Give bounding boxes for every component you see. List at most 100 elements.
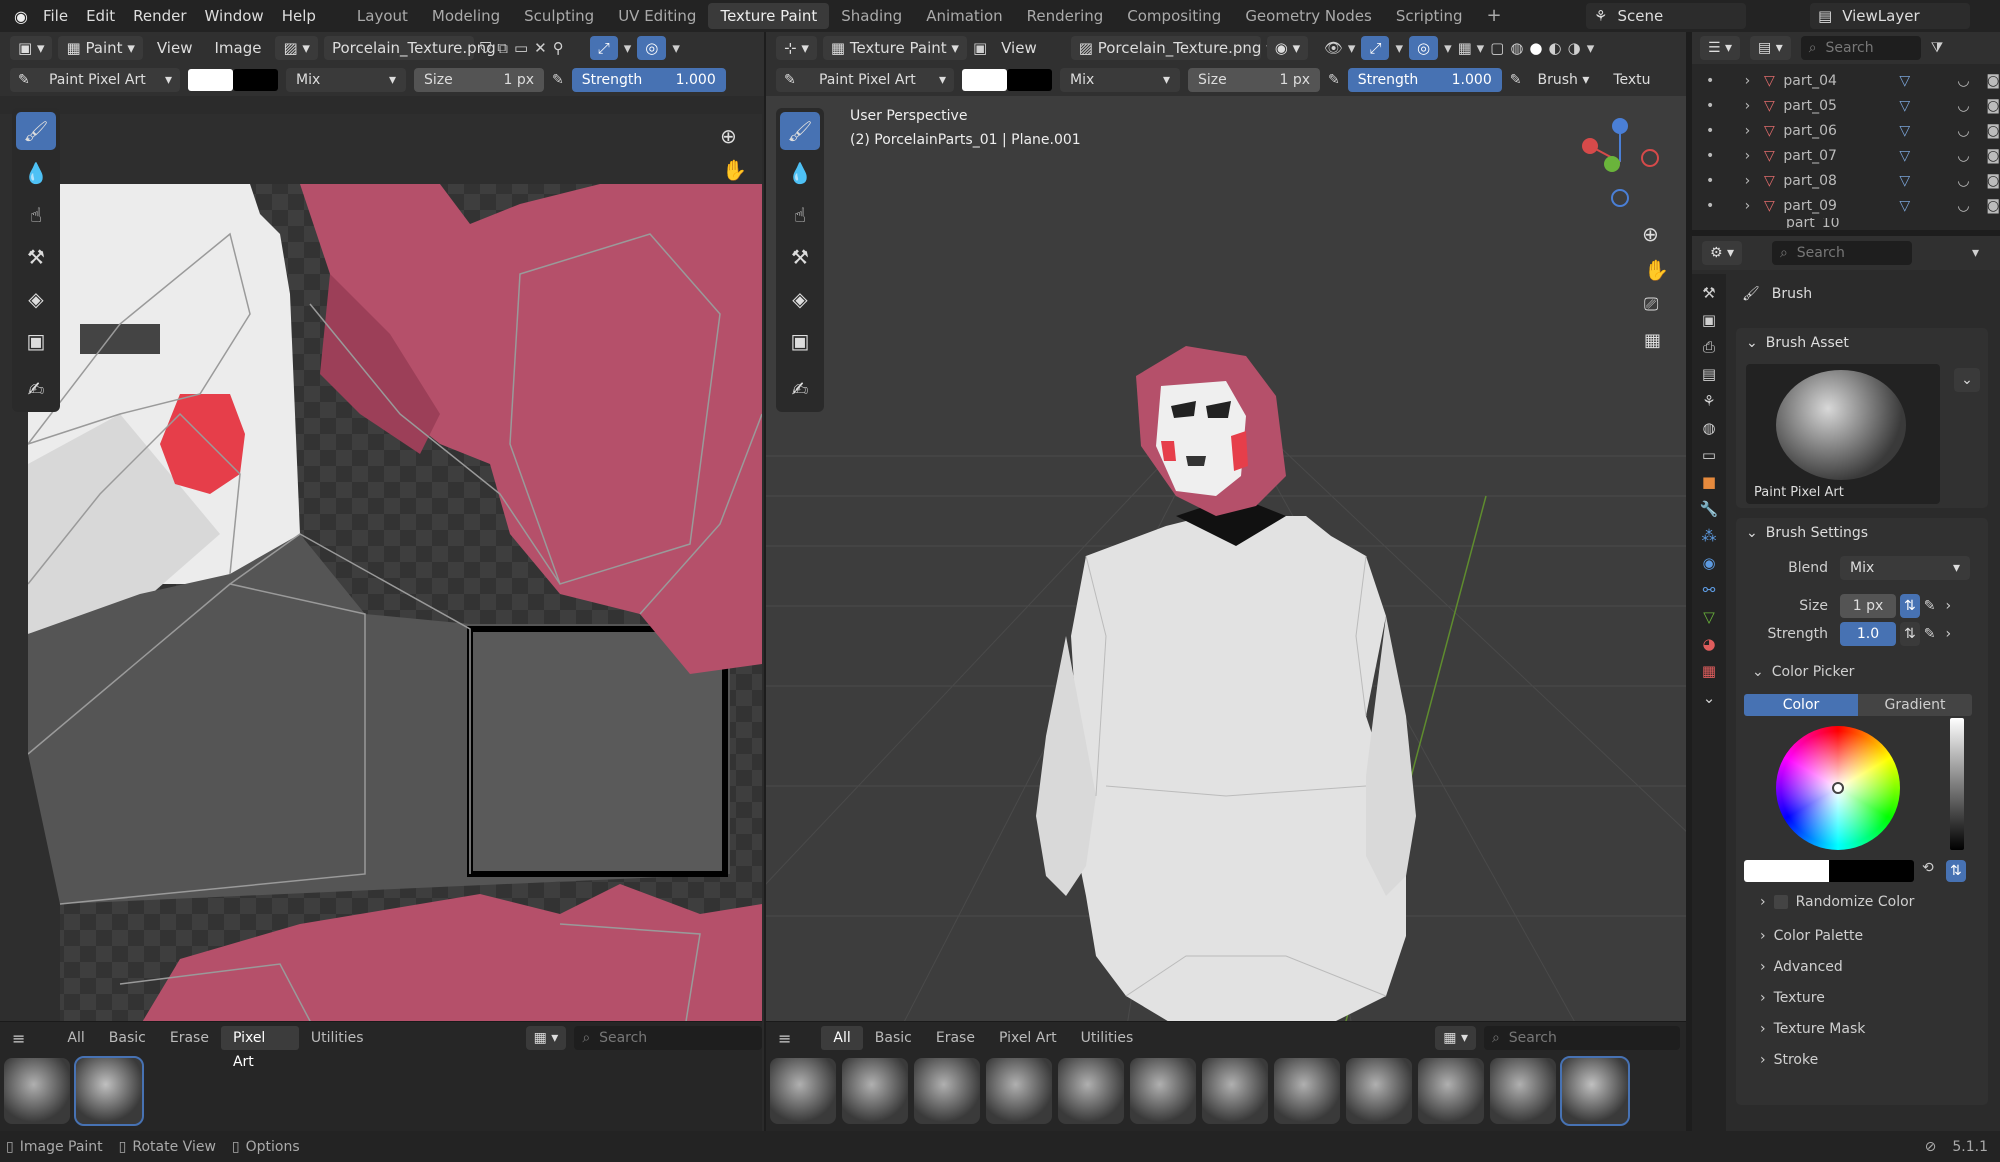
visibility-icon[interactable]: ◡ (1957, 198, 1986, 214)
camera-icon[interactable]: ◙ (1986, 73, 2000, 89)
zoom-in-icon[interactable]: ⊕ (720, 124, 737, 148)
visibility-icon[interactable]: ◡ (1957, 123, 1986, 139)
color-picker-header[interactable]: ⌄ Color Picker (1752, 664, 1854, 680)
tab-layout[interactable]: Layout (345, 3, 420, 29)
add-workspace-icon[interactable]: + (1475, 3, 1514, 29)
display-mode-icon[interactable]: ▤ ▾ (1750, 36, 1791, 60)
solid-shading-icon[interactable]: ● (1529, 39, 1542, 57)
render-tab-icon[interactable]: ▣ (1702, 311, 1716, 329)
pressure-icon[interactable]: ✎ (1924, 626, 1936, 642)
physics-tab-icon[interactable]: ◉ (1702, 554, 1715, 572)
color-swatches[interactable] (188, 69, 278, 91)
menu-image[interactable]: Image (206, 36, 269, 60)
menu-edit[interactable]: Edit (77, 0, 124, 32)
collection-tab-icon[interactable]: ▭ (1702, 446, 1716, 464)
outliner-row[interactable]: • › ▽ part_05 ▽ ◡ ◙ (1706, 93, 2000, 118)
secondary-color-swatch[interactable] (1007, 69, 1052, 91)
tool-tab-icon[interactable]: ⚒ (1702, 284, 1715, 302)
shelf-tab-all[interactable]: All (55, 1026, 96, 1050)
view-grid-icon[interactable]: ▦ ▾ (1435, 1026, 1477, 1050)
ortho-grid-icon[interactable]: ▦ (1644, 330, 1661, 351)
visibility-icon[interactable]: ◡ (1957, 173, 1986, 189)
size-field[interactable]: Size 1 px (414, 68, 544, 92)
brush-selector[interactable]: ✎ Paint Pixel Art ▾ (10, 68, 180, 92)
brush-thumbnail[interactable] (1490, 1058, 1556, 1124)
object-tab-icon[interactable]: ■ (1702, 473, 1716, 491)
size-field[interactable]: 1 px (1840, 594, 1896, 618)
tab-geometry-nodes[interactable]: Geometry Nodes (1233, 3, 1384, 29)
mask-tool-icon[interactable]: ▣ (780, 322, 820, 360)
visibility-icon[interactable]: ◡ (1957, 98, 1986, 114)
pressure-icon[interactable]: ✎ (552, 72, 564, 88)
tab-sculpting[interactable]: Sculpting (512, 3, 606, 29)
camera-icon[interactable]: ◙ (1986, 173, 2000, 189)
color-swatches[interactable] (962, 69, 1052, 91)
shelf-tab-all[interactable]: All (821, 1026, 863, 1050)
randomize-color-row[interactable]: › Randomize Color (1760, 894, 1914, 910)
section-advanced[interactable]: › Advanced (1760, 959, 1843, 975)
outliner-row[interactable]: • › ▽ part_08 ▽ ◡ ◙ (1706, 168, 2000, 193)
strength-field[interactable]: Strength 1.000 (571, 68, 726, 92)
strength-field[interactable]: Strength 1.000 (1347, 68, 1502, 92)
chevron-down-icon[interactable]: ▾ (624, 39, 632, 57)
brush-asset-header[interactable]: ⌄ Brush Asset (1736, 328, 1988, 358)
view-layer-selector[interactable]: ▤ ViewLayer (1810, 3, 1970, 29)
brush-thumbnail[interactable] (1130, 1058, 1196, 1124)
soften-tool-icon[interactable]: 💧 (780, 154, 820, 192)
section-stroke[interactable]: › Stroke (1760, 1052, 1818, 1068)
secondary-color-swatch[interactable] (1829, 860, 1914, 882)
camera-icon[interactable]: ◙ (1986, 198, 2000, 214)
constraints-tab-icon[interactable]: ⚯ (1703, 581, 1716, 599)
chevron-right-icon[interactable]: › (1945, 626, 1951, 642)
rendered-shading-icon[interactable]: ◑ (1568, 39, 1581, 57)
draw-tool-icon[interactable]: 🖌 (780, 112, 820, 150)
mode-selector[interactable]: ▦ Paint ▾ (58, 36, 143, 60)
section-color-palette[interactable]: › Color Palette (1760, 928, 1863, 944)
pressure-icon[interactable]: ✎ (1924, 598, 1936, 614)
slot-icon[interactable]: ◉ ▾ (1266, 36, 1309, 60)
image-browse-icon[interactable]: ▨ ▾ (275, 36, 318, 60)
uv-sync-icon[interactable]: ⤢ (589, 36, 618, 60)
brush-thumbnail[interactable] (842, 1058, 908, 1124)
material-tab-icon[interactable]: ◕ (1702, 635, 1715, 653)
brush-thumbnail[interactable] (1418, 1058, 1484, 1124)
brush-thumbnail-selected[interactable] (74, 1056, 144, 1126)
menu-view[interactable]: View (993, 36, 1045, 60)
outliner-row[interactable]: • › ▽ part_09 ▽ ◡ ◙ (1706, 193, 2000, 218)
draw-tool-icon[interactable]: 🖌 (16, 112, 56, 150)
shelf-tab-basic[interactable]: Basic (863, 1026, 924, 1050)
pan-hand-icon[interactable]: ✋ (1644, 258, 1669, 282)
visibility-icon[interactable]: 👁 ▾ (1324, 39, 1355, 57)
primary-color-swatch[interactable] (188, 69, 233, 91)
editor-type-icon[interactable]: ☰ ▾ (1700, 36, 1741, 60)
tab-modeling[interactable]: Modeling (420, 3, 512, 29)
editor-type-icon[interactable]: ⊹ ▾ (776, 36, 817, 60)
chevron-down-icon[interactable]: ⌄ (1703, 689, 1716, 707)
brush-thumbnail[interactable] (1202, 1058, 1268, 1124)
gizmo-icon[interactable]: ⤢ (1361, 36, 1390, 60)
unified-color-icon[interactable]: ⇅ (1946, 860, 1966, 882)
scene-selector[interactable]: ⚘ Scene (1586, 3, 1746, 29)
tab-texture-paint[interactable]: Texture Paint (708, 3, 830, 29)
brush-thumbnail[interactable] (1058, 1058, 1124, 1124)
pressure-icon[interactable]: ✎ (1510, 72, 1522, 88)
shelf-tab-basic[interactable]: Basic (97, 1026, 158, 1050)
fill-tool-icon[interactable]: ◈ (780, 280, 820, 318)
menu-window[interactable]: Window (196, 0, 273, 32)
hamburger-icon[interactable]: ≡ (778, 1029, 791, 1048)
menu-view[interactable]: View (149, 36, 201, 60)
zoom-in-icon[interactable]: ⊕ (1642, 222, 1659, 246)
brush-thumbnail[interactable] (4, 1058, 70, 1124)
section-texture[interactable]: › Texture (1760, 990, 1825, 1006)
material-shading-icon[interactable]: ◐ (1549, 39, 1562, 57)
strength-field[interactable]: 1.0 (1840, 622, 1896, 646)
tab-shading[interactable]: Shading (829, 3, 914, 29)
outliner-search[interactable]: ⌕ Search (1800, 36, 1921, 60)
annotate-tool-icon[interactable]: ✍ (780, 370, 820, 408)
navigation-gizmo[interactable] (1570, 112, 1670, 212)
image-name-field[interactable]: Porcelain_Texture.png (323, 36, 496, 60)
chevron-down-icon[interactable]: ⌄ (1954, 368, 1980, 392)
output-tab-icon[interactable]: ⎙ (1703, 338, 1715, 356)
smear-tool-icon[interactable]: ☝ (780, 196, 820, 234)
tab-uv-editing[interactable]: UV Editing (606, 3, 708, 29)
